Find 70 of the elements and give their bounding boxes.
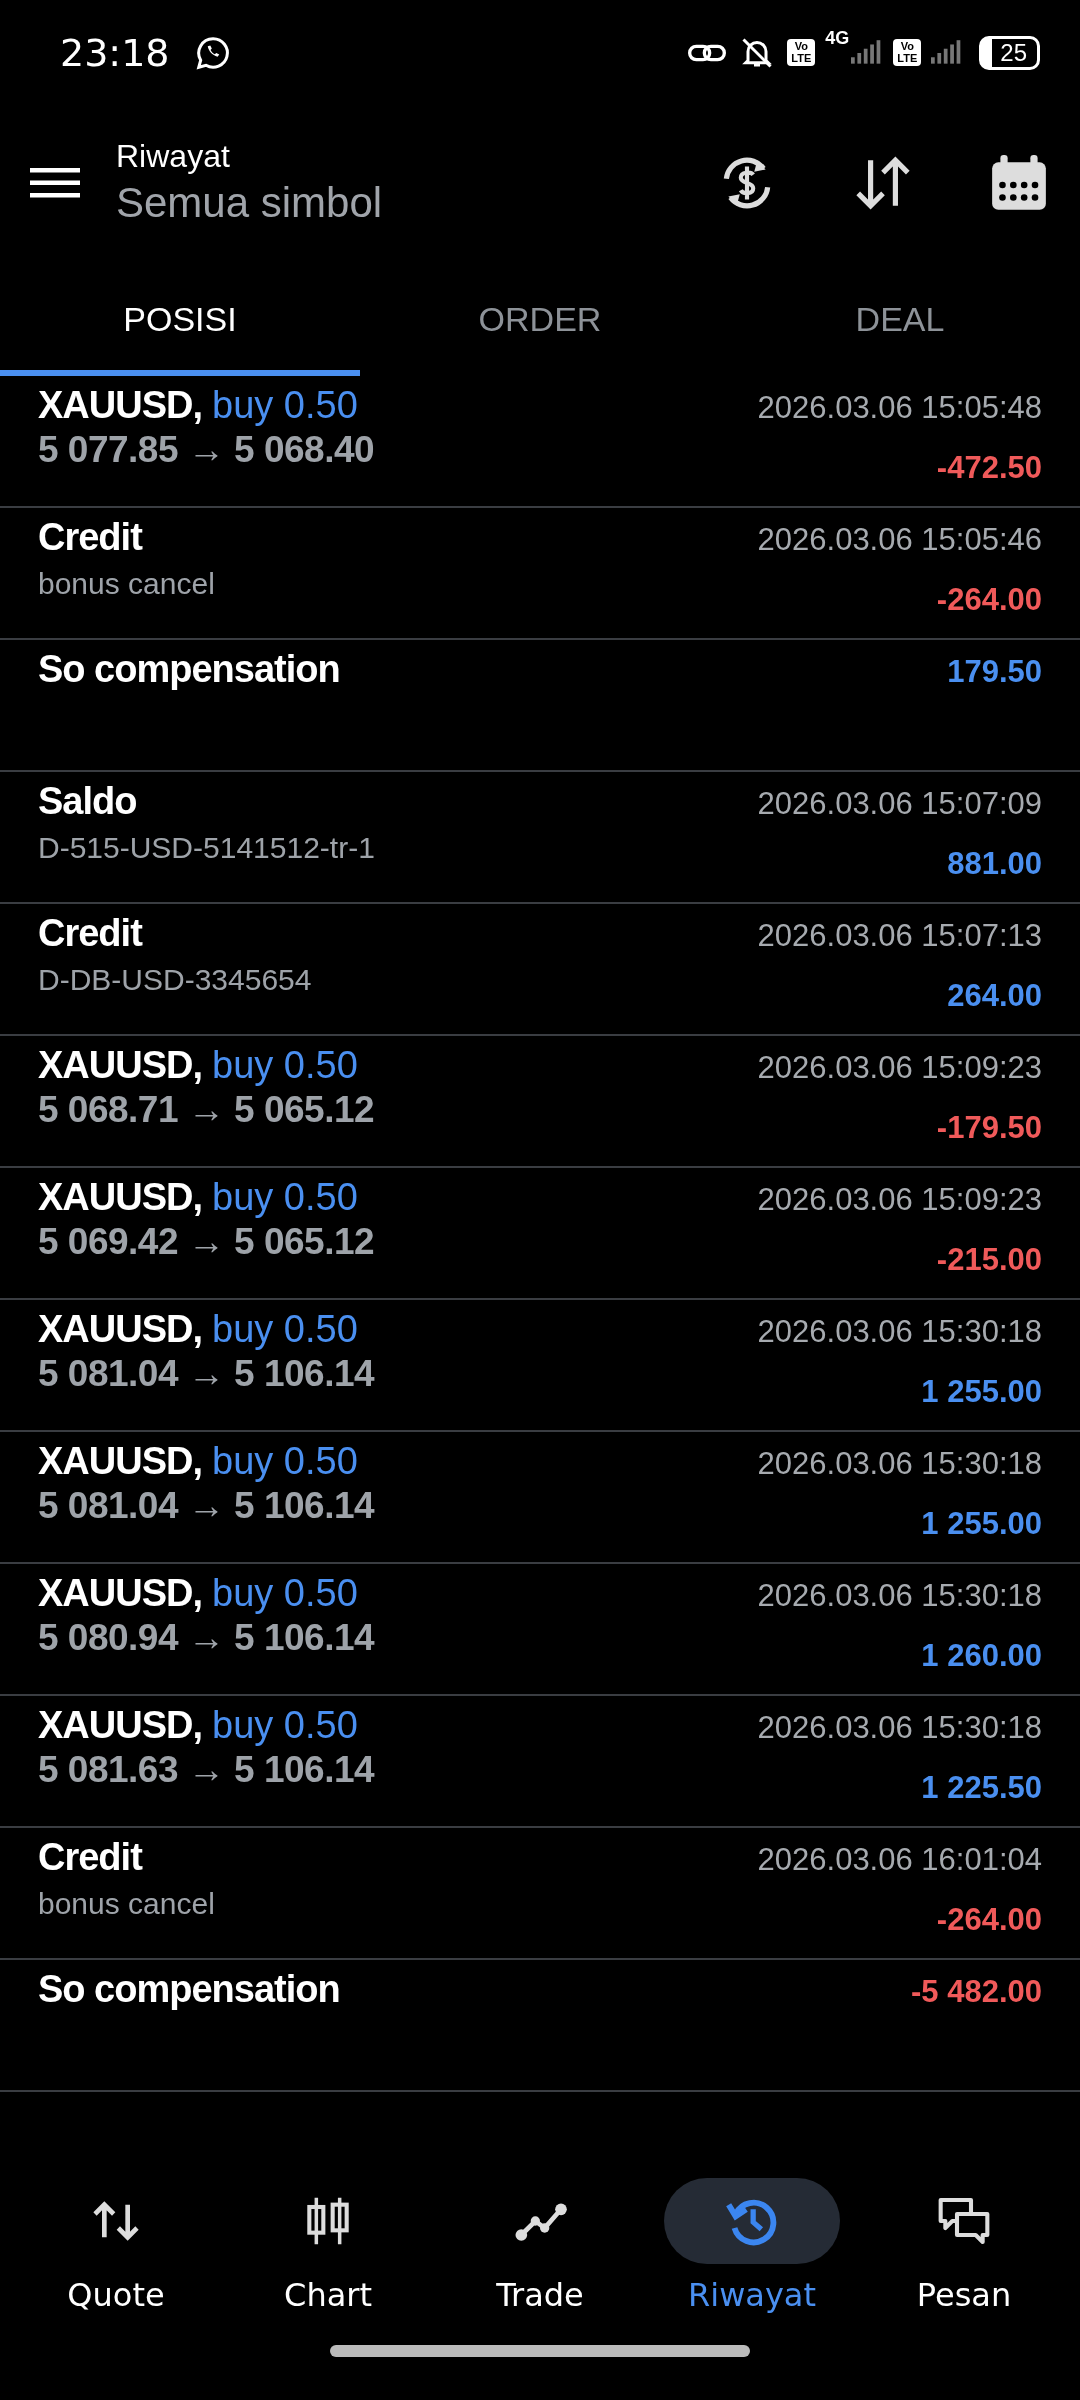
amount: 1 225.50 bbox=[921, 1770, 1042, 1806]
operation-title: Credit bbox=[38, 912, 144, 955]
amount: 1 255.00 bbox=[921, 1506, 1042, 1542]
timestamp: 2026.03.06 15:07:09 bbox=[757, 786, 1042, 822]
timestamp: 2026.03.06 15:07:13 bbox=[757, 918, 1042, 954]
operation-comment: bonus cancel bbox=[38, 567, 215, 601]
menu-icon[interactable] bbox=[30, 165, 80, 200]
tab[interactable]: POSISI bbox=[0, 260, 360, 376]
trade-side: buy 0.50 bbox=[212, 1704, 358, 1747]
trade-side: buy 0.50 bbox=[212, 1176, 358, 1219]
screen-title: Riwayat bbox=[116, 138, 231, 175]
timestamp: 2026.03.06 15:05:48 bbox=[757, 390, 1042, 426]
amount: -264.00 bbox=[936, 1902, 1042, 1938]
price-range: 5 069.42 → 5 065.12 bbox=[38, 1221, 375, 1263]
nav-item[interactable]: Pesan bbox=[858, 2177, 1070, 2315]
amount: -264.00 bbox=[936, 582, 1042, 618]
trade-side: buy 0.50 bbox=[212, 1308, 358, 1351]
timestamp: 2026.03.06 15:05:46 bbox=[757, 522, 1042, 558]
amount: 179.50 bbox=[947, 654, 1042, 690]
price-range: 5 081.04 → 5 106.14 bbox=[38, 1485, 375, 1527]
tab[interactable]: ORDER bbox=[360, 260, 720, 376]
amount: -472.50 bbox=[936, 450, 1042, 486]
timestamp: 2026.03.06 16:01:04 bbox=[757, 1842, 1042, 1878]
price-range: 5 068.71 → 5 065.12 bbox=[38, 1089, 375, 1131]
timestamp: 2026.03.06 15:30:18 bbox=[757, 1578, 1042, 1614]
trade-side: buy 0.50 bbox=[212, 1440, 358, 1483]
symbol-filter[interactable]: Semua simbol bbox=[116, 179, 642, 227]
operation-comment: bonus cancel bbox=[38, 1887, 215, 1921]
amount: 881.00 bbox=[947, 846, 1042, 882]
symbol-text: XAUUSD, bbox=[38, 1308, 203, 1351]
battery-indicator: 25 bbox=[979, 35, 1040, 70]
amount: -179.50 bbox=[936, 1110, 1042, 1146]
symbol-text: XAUUSD, bbox=[38, 1572, 203, 1615]
nav-item[interactable]: Quote bbox=[10, 2177, 222, 2315]
volte-badge: Vo LTE bbox=[893, 38, 922, 67]
timestamp: 2026.03.06 15:30:18 bbox=[757, 1710, 1042, 1746]
price-range: 5 077.85 → 5 068.40 bbox=[38, 429, 375, 471]
operation-title: So compensation bbox=[38, 648, 340, 691]
nav-item[interactable]: Trade bbox=[434, 2177, 646, 2315]
amount: -215.00 bbox=[936, 1242, 1042, 1278]
symbol-text: XAUUSD, bbox=[38, 1440, 203, 1483]
timestamp: 2026.03.06 15:30:18 bbox=[757, 1314, 1042, 1350]
trade-side: buy 0.50 bbox=[212, 1572, 358, 1615]
trade-side: buy 0.50 bbox=[212, 384, 358, 427]
operation-title: Saldo bbox=[38, 780, 138, 823]
operation-comment: D-DB-USD-3345654 bbox=[38, 963, 312, 997]
symbol-text: XAUUSD, bbox=[38, 384, 203, 427]
price-range: 5 081.04 → 5 106.14 bbox=[38, 1353, 375, 1395]
status-time: 23:18 bbox=[60, 30, 170, 75]
amount: 264.00 bbox=[947, 978, 1042, 1014]
price-range: 5 081.63 → 5 106.14 bbox=[38, 1749, 375, 1791]
volte-badge: Vo LTE bbox=[787, 38, 816, 67]
amount: 1 260.00 bbox=[921, 1638, 1042, 1674]
trade-side: buy 0.50 bbox=[212, 1044, 358, 1087]
operation-title: Credit bbox=[38, 1836, 144, 1879]
timestamp: 2026.03.06 15:09:23 bbox=[757, 1182, 1042, 1218]
symbol-text: XAUUSD, bbox=[38, 1704, 203, 1747]
operation-title: Credit bbox=[38, 516, 144, 559]
nav-item[interactable]: Chart bbox=[222, 2177, 434, 2315]
timestamp: 2026.03.06 15:09:23 bbox=[757, 1050, 1042, 1086]
price-range: 5 080.94 → 5 106.14 bbox=[38, 1617, 375, 1659]
symbol-text: XAUUSD, bbox=[38, 1044, 203, 1087]
timestamp: 2026.03.06 15:30:18 bbox=[757, 1446, 1042, 1482]
amount: 1 255.00 bbox=[921, 1374, 1042, 1410]
operation-comment: D-515-USD-5141512-tr-1 bbox=[38, 831, 375, 865]
operation-title: So compensation bbox=[38, 1968, 340, 2011]
amount: -5 482.00 bbox=[911, 1974, 1042, 2010]
symbol-text: XAUUSD, bbox=[38, 1176, 203, 1219]
tab[interactable]: DEAL bbox=[720, 260, 1080, 376]
network-type: 4G bbox=[825, 28, 850, 49]
